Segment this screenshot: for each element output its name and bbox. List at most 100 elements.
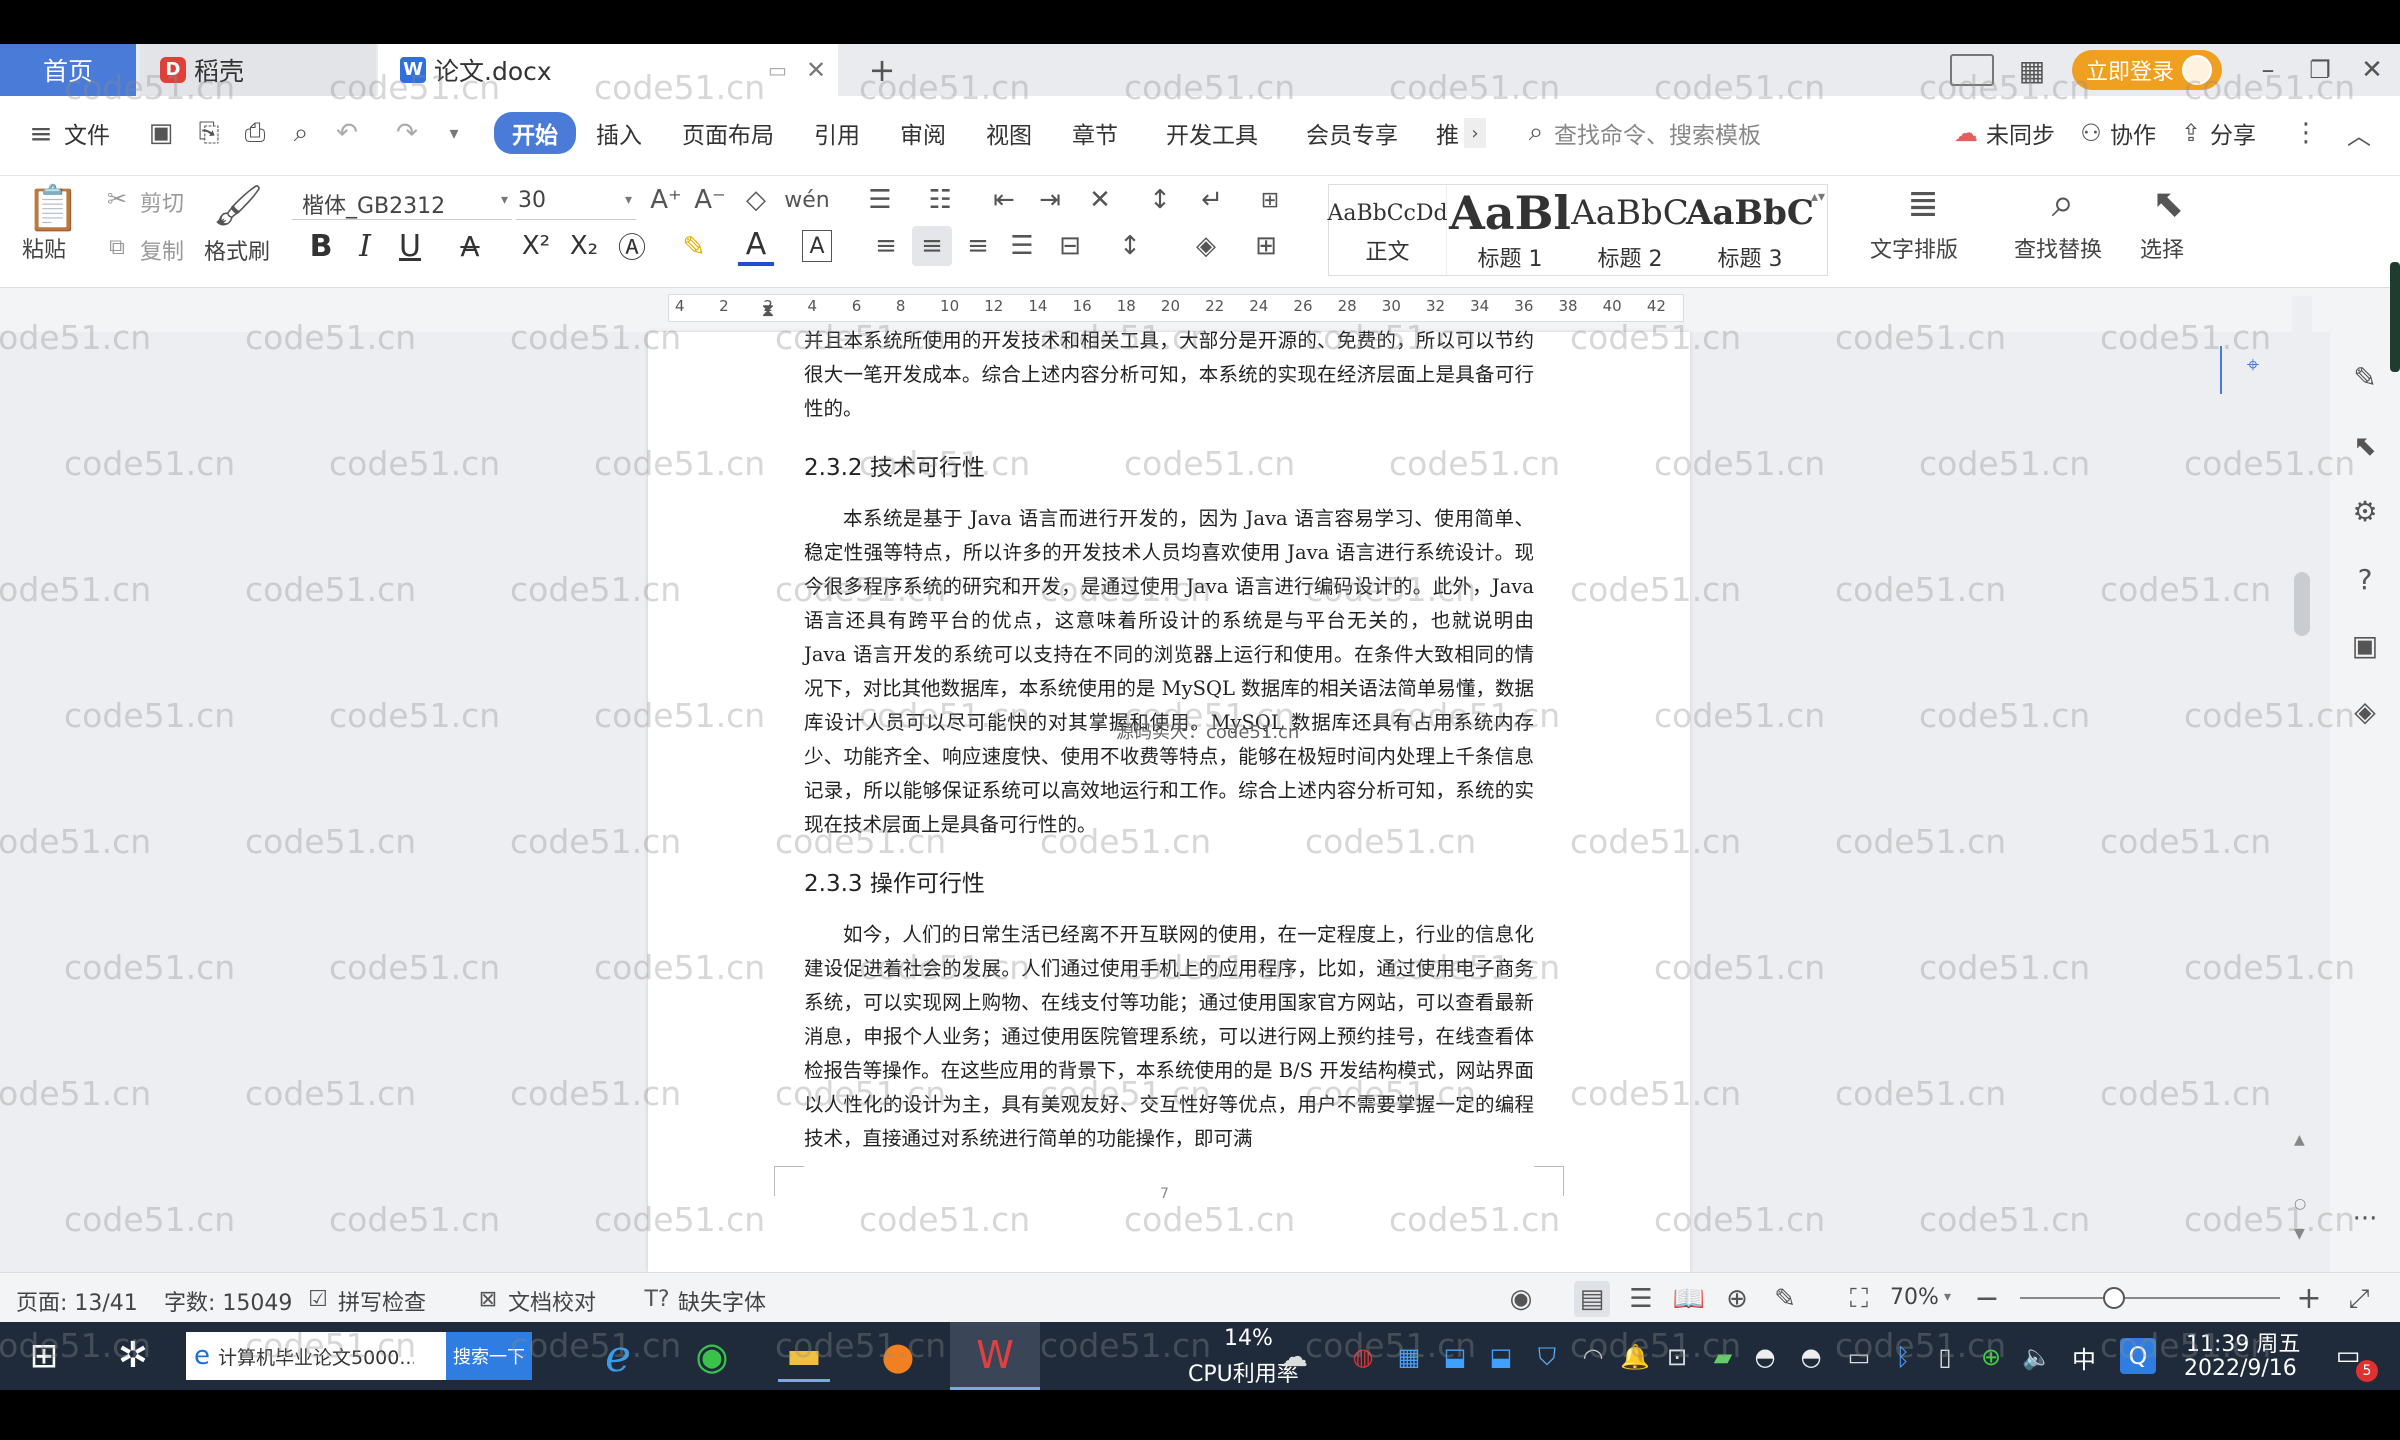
- paste-label[interactable]: 粘贴: [22, 232, 66, 264]
- share-button[interactable]: 分享: [2210, 116, 2256, 150]
- more-tools-icon[interactable]: ···: [2346, 1204, 2384, 1234]
- tray-qq2-icon[interactable]: ◓: [1794, 1340, 1828, 1374]
- style-normal[interactable]: AaBbCcDd 正文: [1327, 185, 1448, 275]
- save-icon[interactable]: ▣: [144, 116, 178, 150]
- increase-font-icon[interactable]: A⁺: [648, 182, 684, 218]
- collaborate-button[interactable]: 协作: [2110, 116, 2156, 150]
- fullscreen-icon[interactable]: ⤢: [2342, 1283, 2376, 1315]
- redo-icon[interactable]: ↷: [390, 116, 424, 150]
- style-heading3[interactable]: AaBbC 标题 3: [1686, 185, 1814, 275]
- superscript-icon[interactable]: X²: [516, 226, 556, 266]
- clear-format-icon[interactable]: ◇: [738, 182, 774, 218]
- minimize-icon[interactable]: –: [2250, 52, 2286, 88]
- zoom-out-icon[interactable]: −: [1972, 1281, 2002, 1316]
- side-collapse-handle[interactable]: [2390, 262, 2400, 372]
- write-view-icon[interactable]: ✎: [1768, 1283, 1802, 1315]
- find-icon[interactable]: ⌕: [2038, 178, 2088, 228]
- proofread-button[interactable]: 文档校对: [508, 1285, 596, 1317]
- zoom-in-icon[interactable]: +: [2294, 1281, 2324, 1316]
- print-preview-icon[interactable]: ⌕: [284, 116, 318, 150]
- menu-more[interactable]: 推: [1436, 116, 1459, 150]
- shading-icon[interactable]: ◈: [1186, 226, 1226, 266]
- zoom-slider-thumb[interactable]: [2102, 1287, 2125, 1309]
- text-effect-icon[interactable]: Ⓐ: [614, 226, 650, 266]
- location-pin-icon[interactable]: ⌖: [2238, 350, 2268, 380]
- command-search-input[interactable]: 查找命令、搜索模板: [1554, 116, 1761, 150]
- quick-access-dropdown-icon[interactable]: ▾: [442, 118, 466, 148]
- font-color-icon[interactable]: A: [738, 226, 774, 266]
- fit-page-icon[interactable]: ⛶: [1842, 1283, 1876, 1315]
- apps-grid-icon[interactable]: ▦: [2014, 52, 2050, 88]
- tray-bluetooth-icon[interactable]: ᛒ: [1888, 1340, 1918, 1374]
- tray-usb-icon[interactable]: ▯: [1930, 1340, 1960, 1374]
- windows-start-icon[interactable]: ⊞: [24, 1336, 64, 1376]
- align-left-icon[interactable]: ≡: [868, 226, 904, 266]
- pointer-icon[interactable]: ⬉: [2346, 426, 2384, 464]
- scroll-select-icon[interactable]: ○: [2294, 1196, 2306, 1212]
- print-icon[interactable]: ⎙: [238, 116, 272, 150]
- format-painter-label[interactable]: 格式刷: [204, 234, 270, 266]
- show-marks-icon[interactable]: ⊞: [1250, 182, 1290, 218]
- layout-icon[interactable]: [1950, 54, 1994, 86]
- tray-tool2-icon[interactable]: ⬓: [1484, 1340, 1518, 1374]
- outline-view-icon[interactable]: ☰: [1624, 1283, 1658, 1315]
- phonetic-guide-icon[interactable]: wén: [784, 182, 830, 218]
- adjust-icon[interactable]: ⚙: [2346, 492, 2384, 530]
- menu-chapter[interactable]: 章节: [1072, 116, 1118, 150]
- font-family-select[interactable]: 楷体_GB2312 ▾: [292, 184, 512, 220]
- menu-references[interactable]: 引用: [814, 116, 860, 150]
- clock-date[interactable]: 2022/9/16: [2184, 1356, 2297, 1381]
- ime-indicator[interactable]: 中: [2072, 1340, 2096, 1375]
- underline-icon[interactable]: U: [392, 226, 428, 266]
- menu-home[interactable]: 开始: [494, 112, 576, 154]
- copy-icon[interactable]: ⧉: [102, 232, 132, 262]
- tray-plus-icon[interactable]: ⊕: [1974, 1340, 2008, 1374]
- select-button[interactable]: 选择: [2140, 232, 2184, 264]
- subscript-icon[interactable]: X₂: [564, 226, 604, 266]
- zoom-level[interactable]: 70%: [1890, 1285, 1939, 1310]
- char-border-icon[interactable]: A: [802, 230, 832, 262]
- menu-scroll-right-icon[interactable]: ›: [1464, 118, 1486, 148]
- page-view-icon[interactable]: ▤: [1574, 1281, 1610, 1317]
- italic-icon[interactable]: I: [350, 226, 380, 266]
- page-indicator[interactable]: 页面: 13/41: [16, 1285, 138, 1317]
- style-gallery-scroll-icon[interactable]: ▴▾: [1811, 189, 1825, 205]
- style-heading1[interactable]: AaBl 标题 1: [1449, 185, 1571, 275]
- menu-developer[interactable]: 开发工具: [1166, 116, 1258, 150]
- login-button[interactable]: 立即登录: [2072, 50, 2222, 90]
- eye-protect-icon[interactable]: ◉: [1504, 1283, 1538, 1315]
- reading-view-icon[interactable]: 📖: [1672, 1283, 1706, 1315]
- compass-icon[interactable]: ◈: [2346, 692, 2384, 730]
- new-tab-icon[interactable]: +: [862, 50, 902, 90]
- distributed-icon[interactable]: ⊟: [1052, 226, 1088, 266]
- menu-page-layout[interactable]: 页面布局: [682, 116, 774, 150]
- tray-bell-icon[interactable]: 🔔: [1618, 1340, 1652, 1374]
- indent-marker-icon[interactable]: ⧗: [758, 292, 778, 328]
- browser-search-widget[interactable]: e 计算机毕业论文5000... 搜索一下: [186, 1332, 532, 1380]
- format-painter-icon[interactable]: 🖌: [213, 178, 264, 232]
- tray-wifi-icon[interactable]: ◠: [1576, 1340, 1610, 1374]
- numbered-list-icon[interactable]: ☷: [920, 182, 960, 218]
- tray-nvidia-icon[interactable]: ▰: [1706, 1340, 1740, 1374]
- tray-volume-icon[interactable]: 🔈: [2020, 1340, 2054, 1374]
- close-tab-icon[interactable]: ✕: [806, 56, 826, 84]
- collapse-ribbon-icon[interactable]: ︿: [2342, 118, 2376, 150]
- scroll-next-page-icon[interactable]: ▼: [2294, 1226, 2305, 1242]
- wps-taskbar-button[interactable]: W: [950, 1322, 1040, 1390]
- align-center-icon[interactable]: ≡: [912, 226, 952, 266]
- decrease-indent-icon[interactable]: ⇤: [984, 182, 1024, 218]
- tab-home[interactable]: 首页: [0, 44, 136, 96]
- align-right-icon[interactable]: ≡: [960, 226, 996, 266]
- restore-window-icon[interactable]: ❐: [2302, 52, 2338, 88]
- document-page[interactable]: 并且本系统所使用的开发技术和相关工具，大部分是开源的、免费的，所以可以节约很大一…: [648, 329, 1690, 1272]
- zoom-slider[interactable]: [2020, 1287, 2280, 1309]
- tray-tool-icon[interactable]: ⬓: [1438, 1340, 1472, 1374]
- menu-review[interactable]: 审阅: [900, 116, 946, 150]
- image-tools-icon[interactable]: ▣: [2346, 626, 2384, 664]
- bold-icon[interactable]: B: [304, 226, 338, 266]
- spell-check-button[interactable]: 拼写检查: [338, 1285, 426, 1317]
- increase-indent-icon[interactable]: ⇥: [1030, 182, 1070, 218]
- hamburger-icon[interactable]: ≡: [26, 117, 56, 150]
- highlight-icon[interactable]: ✎: [676, 226, 712, 266]
- undo-icon[interactable]: ↶: [330, 116, 364, 150]
